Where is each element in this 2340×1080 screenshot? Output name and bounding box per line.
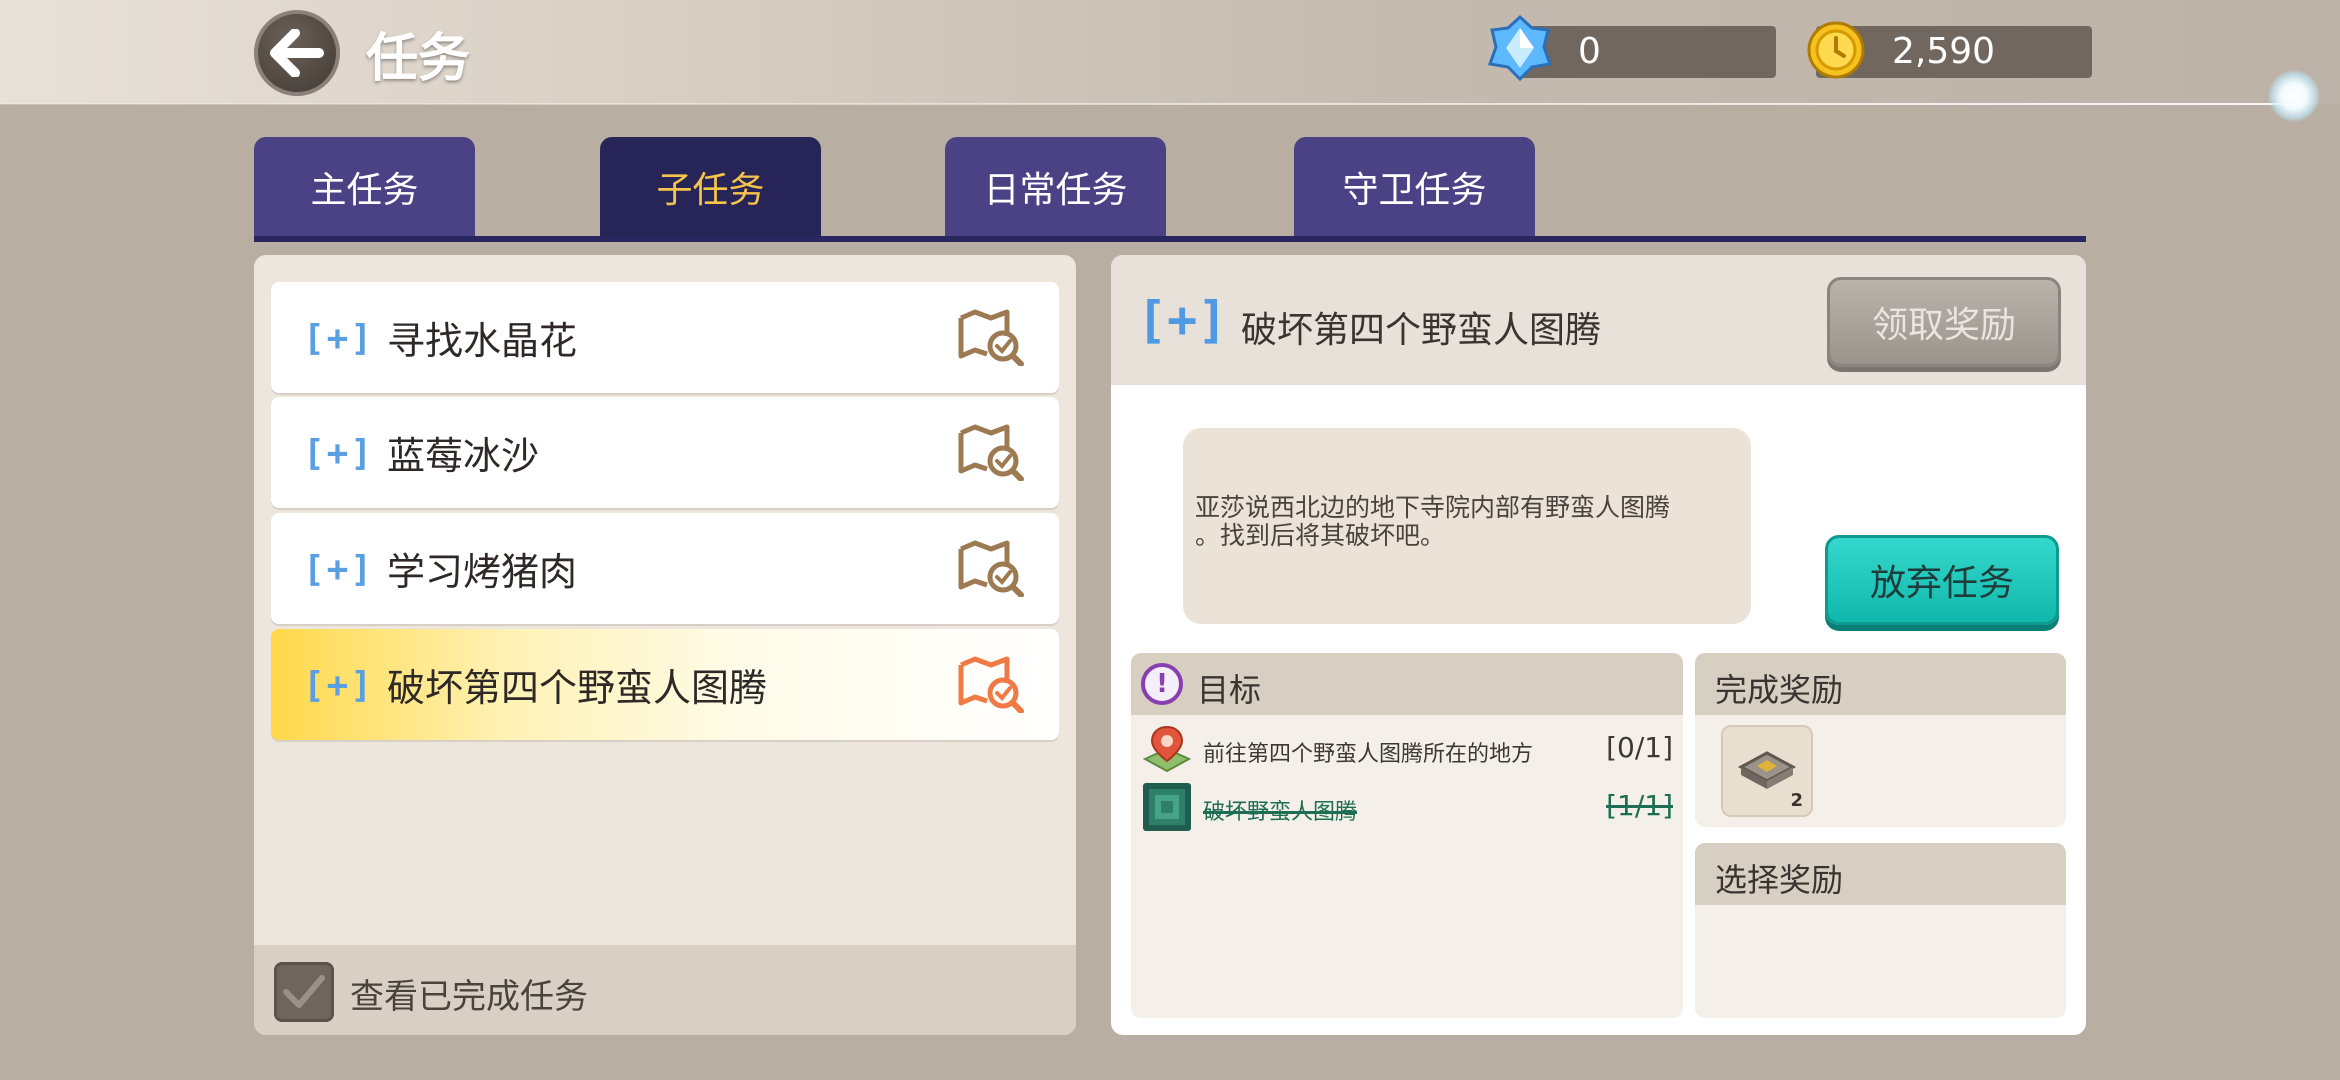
map-check-icon <box>958 424 1024 481</box>
crystal-gem-icon[interactable] <box>1486 14 1554 82</box>
show-completed-checkbox[interactable] <box>274 962 334 1022</box>
quest-name: 蓝莓冰沙 <box>387 434 540 478</box>
reward-item-slot[interactable]: 2 <box>1721 725 1813 817</box>
tab-guard-quest[interactable]: 守卫任务 <box>1294 137 1535 237</box>
quest-type-marker: [+] <box>1137 291 1228 349</box>
quest-list-panel: [+] 寻找水晶花 [+] 蓝莓冰沙 [+] 学习烤猪肉 [+] 破坏第四个野蛮… <box>254 255 1076 1035</box>
choice-reward-header: 选择奖励 <box>1695 843 2066 905</box>
objectives-header: ! 目标 <box>1131 653 1683 715</box>
show-completed-row: 查看已完成任务 <box>254 945 1076 1035</box>
quest-description-line: 。找到后将其破坏吧。 <box>1195 521 1446 550</box>
quest-detail-title: 破坏第四个野蛮人图腾 <box>1241 310 1602 351</box>
totem-block-icon <box>1143 783 1191 831</box>
claim-reward-button[interactable]: 领取奖励 <box>1827 277 2061 367</box>
quest-type-marker: [+] <box>303 549 375 590</box>
tab-main-quest[interactable]: 主任务 <box>254 137 475 237</box>
choice-reward-box: 选择奖励 <box>1695 843 2066 1018</box>
page-title: 任务 <box>366 29 471 89</box>
tab-daily-quest[interactable]: 日常任务 <box>945 137 1166 237</box>
quest-name: 破坏第四个野蛮人图腾 <box>387 666 768 710</box>
map-check-icon <box>958 656 1024 713</box>
exclamation-icon: ! <box>1141 663 1183 705</box>
quest-type-marker: [+] <box>303 433 375 474</box>
quest-description-line: 亚莎说西北边的地下寺院内部有野蛮人图腾 <box>1195 493 1671 522</box>
show-completed-label: 查看已完成任务 <box>350 977 588 1017</box>
quest-name: 学习烤猪肉 <box>387 550 578 594</box>
choice-reward-title: 选择奖励 <box>1715 861 1844 899</box>
gold-coin-icon[interactable] <box>1806 20 1866 80</box>
quest-item-destroy-totem[interactable]: [+] 破坏第四个野蛮人图腾 <box>271 629 1059 740</box>
objective-row: 前往第四个野蛮人图腾所在的地方 [0/1] <box>1141 723 1673 779</box>
quest-detail-panel: [+] 破坏第四个野蛮人图腾 领取奖励 亚莎说西北边的地下寺院内部有野蛮人图腾 … <box>1111 255 2086 1035</box>
completion-reward-title: 完成奖励 <box>1715 671 1844 709</box>
tab-underline <box>254 236 2086 242</box>
objective-progress: [0/1] <box>1606 731 1673 764</box>
checkmark-icon <box>283 975 325 1008</box>
objective-text: 破坏野蛮人图腾 <box>1203 800 1358 825</box>
quest-detail-header: [+] 破坏第四个野蛮人图腾 领取奖励 <box>1111 255 2086 385</box>
objective-text: 前往第四个野蛮人图腾所在的地方 <box>1203 742 1534 767</box>
sparkle-icon <box>2268 70 2320 122</box>
quest-type-marker: [+] <box>303 665 375 706</box>
reward-item-quantity: 2 <box>1790 790 1803 811</box>
quest-item-roast-pork[interactable]: [+] 学习烤猪肉 <box>271 513 1059 624</box>
abandon-quest-button[interactable]: 放弃任务 <box>1825 535 2059 625</box>
top-bar-divider <box>0 103 2300 105</box>
quest-type-marker: [+] <box>303 318 375 359</box>
gem-balance: 0 <box>1518 26 1776 78</box>
tab-sub-quest[interactable]: 子任务 <box>600 137 821 237</box>
map-check-icon <box>958 540 1024 597</box>
completion-reward-header: 完成奖励 <box>1695 653 2066 715</box>
quest-name: 寻找水晶花 <box>387 319 578 363</box>
back-button[interactable] <box>254 10 340 96</box>
quest-description: 亚莎说西北边的地下寺院内部有野蛮人图腾 。找到后将其破坏吧。 <box>1183 428 1751 624</box>
location-pin-icon <box>1142 725 1192 773</box>
quest-item-crystal-flower[interactable]: [+] 寻找水晶花 <box>271 282 1059 393</box>
objective-row: 破坏野蛮人图腾 [1/1] <box>1141 781 1673 837</box>
objectives-title: 目标 <box>1197 671 1262 709</box>
map-check-icon <box>958 309 1024 366</box>
completion-reward-box: 完成奖励 2 <box>1695 653 2066 827</box>
objectives-box: ! 目标 前往第四个野蛮人图腾所在的地方 [0/1] 破坏野蛮人图腾 [1/1] <box>1131 653 1683 1018</box>
quest-item-blueberry-ice[interactable]: [+] 蓝莓冰沙 <box>271 397 1059 508</box>
objective-progress: [1/1] <box>1606 789 1673 822</box>
back-arrow-icon <box>270 29 324 77</box>
